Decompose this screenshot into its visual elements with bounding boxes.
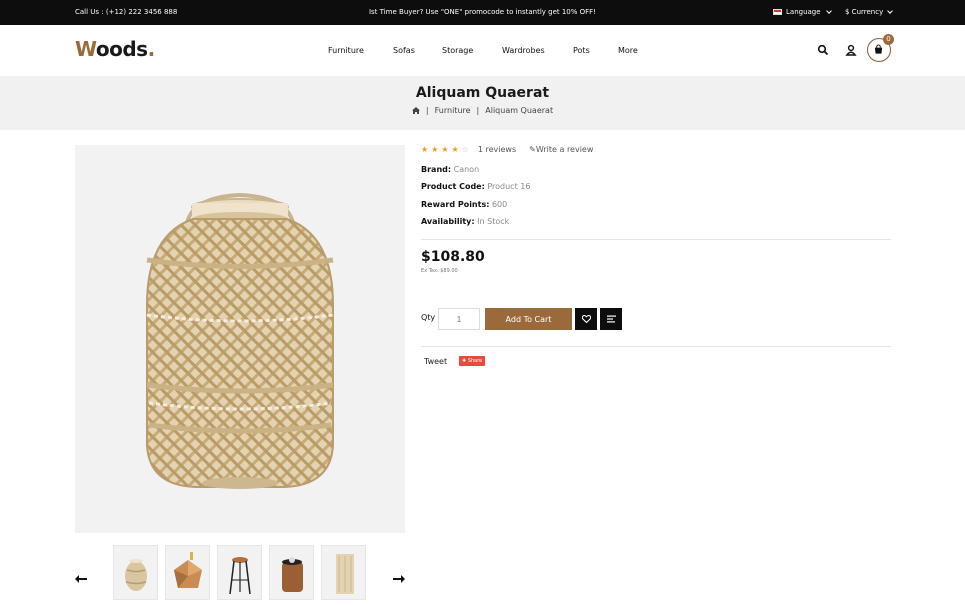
page-title: Aliquam Quaerat bbox=[415, 85, 550, 101]
quantity-input[interactable] bbox=[438, 308, 480, 330]
thumbnail-bar-stool[interactable] bbox=[217, 545, 262, 600]
star-empty-icon: ☆ bbox=[461, 145, 469, 154]
wishlist-button[interactable] bbox=[575, 308, 597, 330]
rating-row: ★ ★ ★ ★ ☆ 1 reviews ✎Write a review bbox=[421, 145, 891, 154]
flag-icon bbox=[773, 9, 782, 15]
star-icon: ★ bbox=[441, 145, 449, 154]
write-review-link[interactable]: ✎Write a review bbox=[529, 145, 593, 154]
user-icon[interactable] bbox=[845, 44, 857, 56]
brand-label: Brand: bbox=[421, 165, 452, 174]
nav-item-sofas[interactable]: Sofas bbox=[393, 46, 415, 55]
ex-tax-price: Ex Tax: $89.00 bbox=[421, 268, 458, 274]
home-icon[interactable] bbox=[411, 107, 420, 114]
star-icon: ★ bbox=[421, 145, 429, 154]
logo-text: oods bbox=[95, 37, 148, 61]
breadcrumb-item-current[interactable]: Aliquam Quaerat bbox=[485, 106, 553, 115]
breadcrumb-separator: | bbox=[476, 106, 480, 115]
heart-icon bbox=[581, 315, 591, 323]
product-main-image[interactable] bbox=[75, 145, 405, 533]
nav-item-pots[interactable]: Pots bbox=[573, 46, 590, 55]
product-code-value: Product 16 bbox=[487, 182, 531, 191]
thumbnail-cabinet[interactable] bbox=[321, 545, 366, 600]
reward-points-value: 600 bbox=[491, 200, 508, 209]
brand-row: Brand: Canon bbox=[421, 165, 479, 174]
availability-row: Availability: In Stock bbox=[421, 217, 509, 226]
divider bbox=[421, 239, 891, 240]
breadcrumb-separator: | bbox=[425, 106, 429, 115]
star-icon: ★ bbox=[451, 145, 459, 154]
nav-item-furniture[interactable]: Furniture bbox=[328, 46, 364, 55]
site-header: Woods. Furniture Sofas Storage Wardrobes… bbox=[0, 25, 965, 76]
product-details: ★ ★ ★ ★ ☆ 1 reviews ✎Write a review Bran… bbox=[421, 145, 891, 366]
currency-label: $ Currency bbox=[845, 8, 884, 16]
thumbnail-lantern[interactable] bbox=[113, 545, 158, 600]
share-button[interactable]: ✚ Share bbox=[459, 356, 486, 366]
divider bbox=[421, 346, 891, 347]
currency-selector[interactable]: $ Currency bbox=[845, 8, 894, 16]
product-price: $108.80 bbox=[421, 249, 485, 265]
nav-item-storage[interactable]: Storage bbox=[442, 46, 473, 55]
search-icon[interactable] bbox=[817, 44, 829, 56]
breadcrumb-item-furniture[interactable]: Furniture bbox=[435, 106, 471, 115]
product-code-label: Product Code: bbox=[421, 182, 485, 191]
brand-value[interactable]: Canon bbox=[454, 165, 480, 174]
reviews-link[interactable]: 1 reviews bbox=[478, 145, 516, 154]
thumbnail-geometric-stool[interactable] bbox=[165, 545, 210, 600]
arrow-right-icon[interactable] bbox=[393, 572, 405, 586]
thumbnail-strip bbox=[0, 545, 965, 601]
share-label: Share bbox=[467, 358, 483, 364]
availability-label: Availability: bbox=[421, 217, 475, 226]
language-selector[interactable]: Language bbox=[773, 8, 832, 16]
arrow-left-icon[interactable] bbox=[75, 572, 87, 586]
cart-icon bbox=[874, 44, 883, 54]
cart-count-badge: 0 bbox=[883, 34, 894, 45]
reward-points-label: Reward Points: bbox=[421, 200, 490, 209]
star-icon: ★ bbox=[431, 145, 439, 154]
pencil-icon: ✎ bbox=[529, 145, 536, 154]
compare-icon bbox=[606, 315, 616, 323]
chevron-down-icon bbox=[825, 8, 832, 14]
availability-value: In Stock bbox=[477, 217, 510, 226]
logo-dot: . bbox=[147, 37, 156, 61]
product-code-row: Product Code: Product 16 bbox=[421, 182, 530, 191]
nav-item-wardrobes[interactable]: Wardrobes bbox=[502, 46, 545, 55]
logo-initial: W bbox=[75, 37, 96, 61]
thumbnail-wood-stool[interactable] bbox=[269, 545, 314, 600]
reward-points-row: Reward Points: 600 bbox=[421, 200, 507, 209]
write-review-label: Write a review bbox=[535, 145, 594, 154]
tweet-button[interactable]: Tweet bbox=[424, 357, 447, 366]
breadcrumb: | Furniture | Aliquam Quaerat bbox=[0, 106, 965, 115]
qty-label: Qty bbox=[421, 313, 436, 322]
lantern-image bbox=[146, 192, 334, 489]
compare-button[interactable] bbox=[600, 308, 622, 330]
top-bar: Call Us : (+12) 222 3456 888 Ist Time Bu… bbox=[0, 0, 965, 25]
language-label: Language bbox=[786, 8, 821, 16]
cart-button[interactable]: 0 bbox=[867, 34, 894, 62]
site-logo[interactable]: Woods. bbox=[75, 37, 155, 61]
nav-item-more[interactable]: More bbox=[618, 46, 638, 55]
page-header-band: Aliquam Quaerat | Furniture | Aliquam Qu… bbox=[0, 76, 965, 130]
add-to-cart-button[interactable]: Add To Cart bbox=[485, 308, 572, 330]
chevron-down-icon bbox=[887, 8, 894, 14]
